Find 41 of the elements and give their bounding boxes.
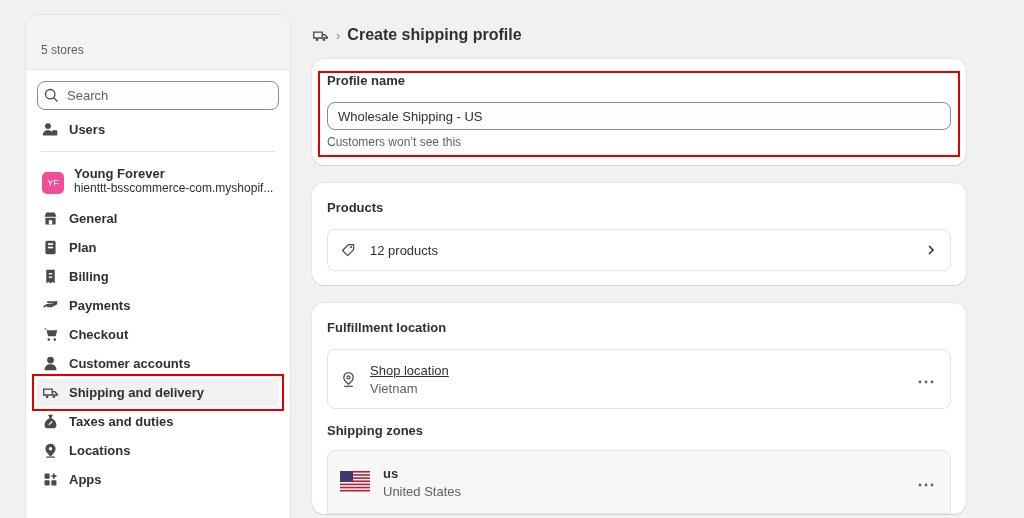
page-title: Create shipping profile: [347, 26, 522, 44]
products-row[interactable]: 12 products: [327, 229, 951, 271]
tag-icon: [340, 241, 357, 259]
sidebar-item[interactable]: Taxes and duties: [37, 408, 279, 435]
document-icon: [42, 239, 59, 256]
breadcrumb-separator: ›: [336, 27, 341, 43]
location-country: Vietnam: [370, 380, 419, 396]
field-label: Profile name: [327, 73, 407, 88]
store-avatar: YF: [42, 172, 64, 194]
sidebar-item[interactable]: Payments: [37, 292, 279, 319]
store-name: Young Forever: [74, 166, 166, 181]
apps-grid-icon: [42, 471, 59, 488]
section-title: Fulfillment location: [327, 320, 448, 335]
ellipsis-icon: [918, 483, 934, 487]
sidebar-item[interactable]: Checkout: [37, 321, 279, 348]
search-icon: [43, 87, 60, 104]
sidebar-item[interactable]: Users: [37, 116, 279, 143]
storefront-icon: [42, 210, 59, 227]
store-count: 5 stores: [41, 43, 84, 57]
profile-name-input[interactable]: Wholesale Shipping - US: [327, 102, 951, 130]
sidebar-item[interactable]: Billing: [37, 263, 279, 290]
users-icon: [42, 121, 59, 138]
sidebar-item[interactable]: Locations: [37, 437, 279, 464]
map-pin-icon: [340, 370, 357, 388]
flag-icon: [340, 471, 370, 493]
sidebar-item[interactable]: Customer accounts: [37, 350, 279, 377]
store-domain: hienttt-bsscommerce-com.myshopif...: [74, 181, 274, 195]
section-title: Shipping zones: [327, 423, 425, 438]
help-text: Customers won’t see this: [327, 135, 463, 149]
person-icon: [42, 355, 59, 372]
section-title: Products: [327, 200, 385, 215]
ellipsis-icon: [918, 380, 934, 384]
zone-country: United States: [383, 483, 463, 499]
location-link[interactable]: Shop location: [370, 362, 449, 378]
map-pin-icon: [42, 442, 59, 459]
zone-name: us: [383, 465, 400, 481]
sidebar-item[interactable]: Apps: [37, 466, 279, 493]
search-field[interactable]: Search: [37, 81, 279, 110]
money-bag-icon: [42, 413, 59, 430]
sidebar-item[interactable]: General: [37, 205, 279, 232]
sidebar-item[interactable]: Plan: [37, 234, 279, 261]
